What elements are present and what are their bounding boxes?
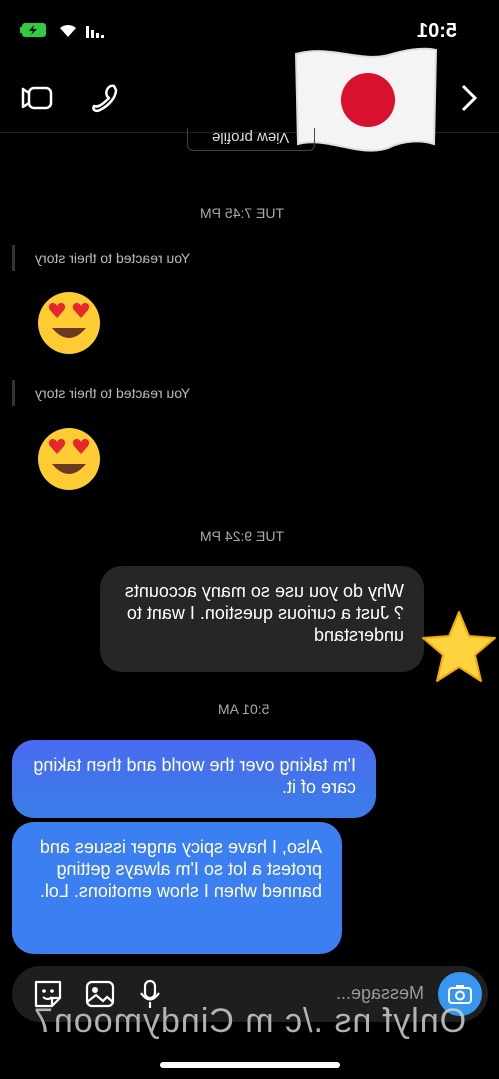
message-input[interactable]: Message... [336,983,424,1004]
received-message-bubble[interactable]: I'm taking over the world and then takin… [12,740,376,818]
timestamp-text: TUE 7:45 PM [200,205,285,221]
watermark: Onlyf ns ./c m Cindymoon7 [0,1002,499,1041]
sent-message-bubble[interactable]: Why do you use so many accounts ? Just a… [100,566,424,672]
sent-message-text: Why do you use so many accounts ? Just a… [124,581,404,645]
camera-icon [448,985,472,1004]
home-indicator[interactable] [160,1062,340,1068]
chevron-right-icon[interactable] [452,80,488,116]
heart-eyes-emoji-icon [38,428,100,490]
story-reaction-label: You reacted to their story [12,380,190,406]
timestamp-text: TUE 9:24 PM [200,528,285,544]
view-profile-label: View profile [212,129,290,146]
timestamp: TUE 9:24 PM [200,528,284,544]
heart-eyes-emoji-icon [38,292,100,354]
story-reaction-label: You reacted to their story [12,245,190,271]
phone-icon[interactable] [86,80,122,116]
received-message-text: I'm taking over the world and then takin… [33,755,356,797]
status-icons [20,22,106,38]
view-profile-button[interactable]: View profile [187,128,315,151]
star-emoji-icon [422,611,496,682]
timestamp-text: 5:01 AM [218,701,270,717]
received-message-bubble[interactable]: Also, I have spicy anger issues and prot… [12,822,342,954]
story-reaction-text: You reacted to their story [35,385,191,401]
clock: 5:01 [417,20,457,43]
clock-text: 5:01 [416,20,457,42]
received-message-text: Also, I have spicy anger issues and prot… [39,837,322,901]
timestamp: TUE 7:45 PM [200,205,284,221]
battery-charging-icon [20,23,46,37]
video-call-icon[interactable] [20,80,56,116]
message-placeholder: Message... [335,983,424,1003]
watermark-text: Onlyf ns ./c m Cindymoon7 [32,1002,467,1040]
wifi-icon [60,24,76,37]
signal-icon [86,26,104,38]
timestamp: 5:01 AM [218,701,269,717]
story-reaction-text: You reacted to their story [35,250,191,266]
